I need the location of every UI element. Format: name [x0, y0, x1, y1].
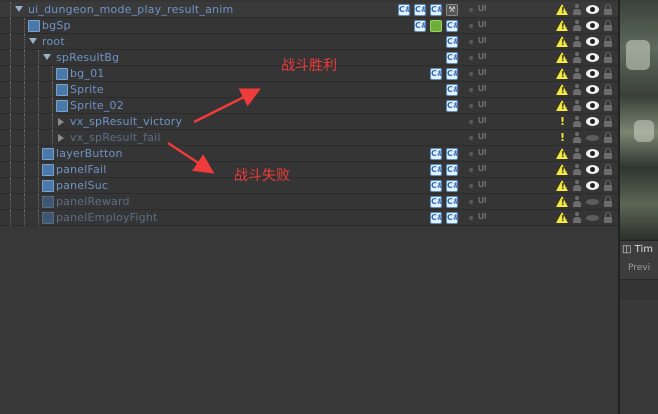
victory-arrow — [193, 88, 261, 124]
fail-arrow — [167, 141, 215, 174]
victory-annotation: 战斗胜利 — [281, 58, 337, 74]
fail-annotation: 战斗失败 — [234, 168, 290, 184]
